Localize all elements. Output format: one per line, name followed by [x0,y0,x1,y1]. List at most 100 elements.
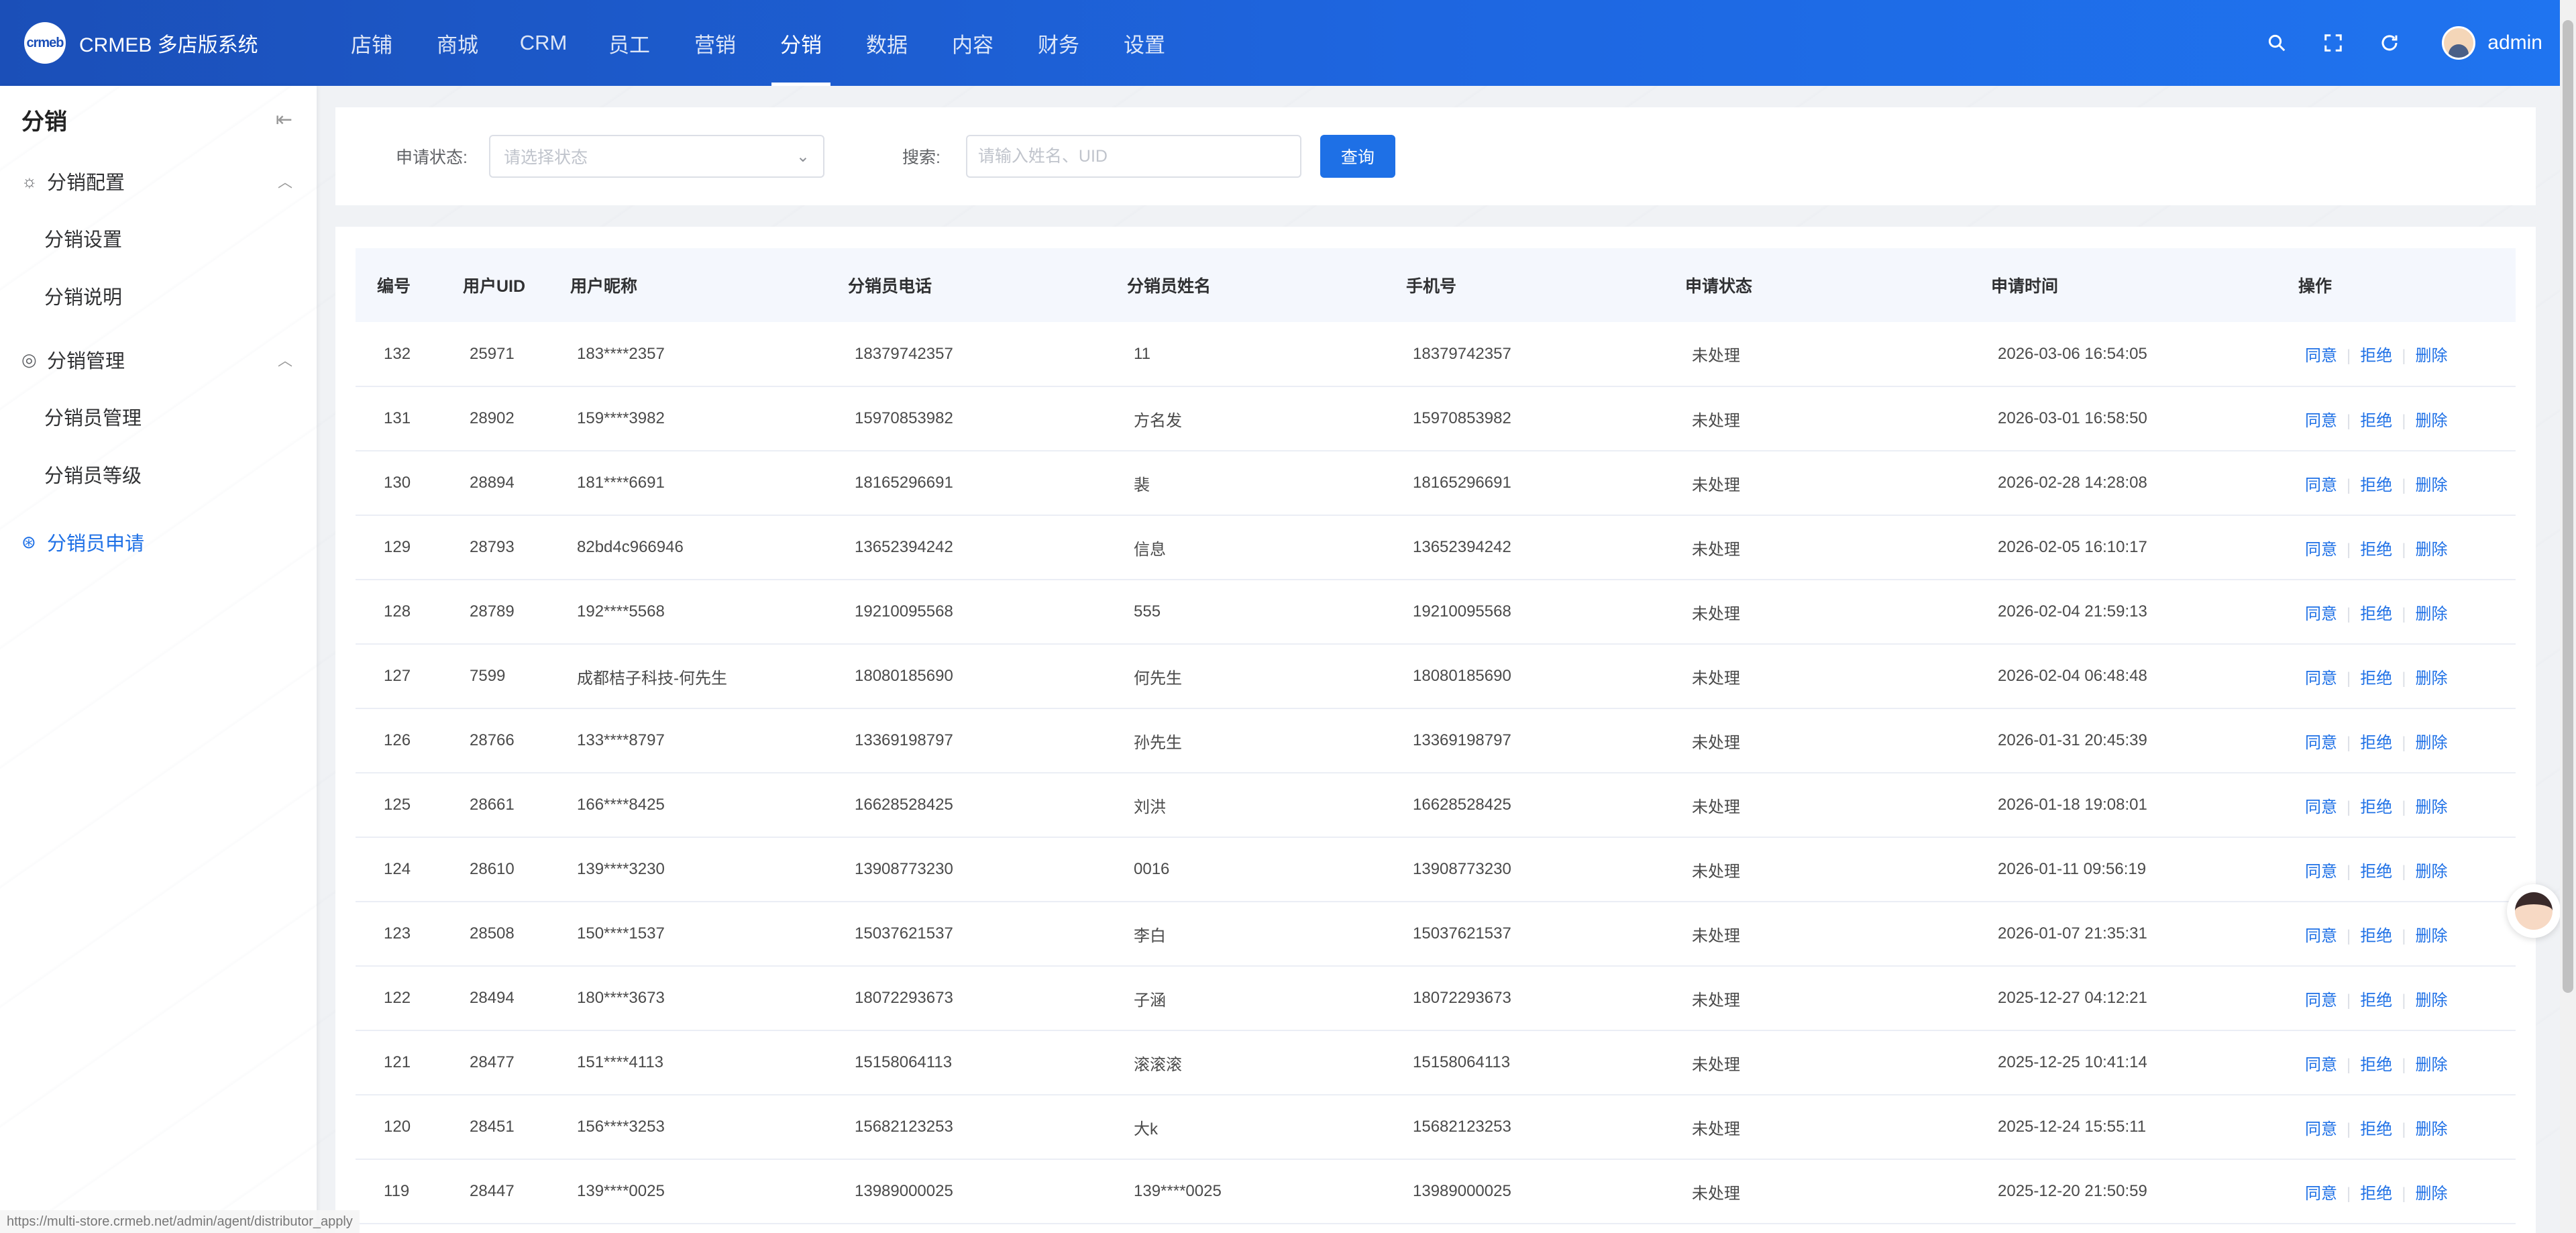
column-header: 申请时间 [1991,277,2059,296]
approve-link[interactable]: 同意 [2305,863,2337,881]
delete-link[interactable]: 删除 [2415,1185,2447,1203]
table-row: 119 28447 139****0025 13989000025 139****002… [356,1159,2516,1224]
avatar[interactable] [2442,26,2476,60]
action-separator: | [2402,926,2406,945]
row-actions: 同意 | 拒绝 | 删除 [2277,708,2516,773]
approve-link[interactable]: 同意 [2305,541,2337,559]
table-cell: 19210095568 [855,602,953,621]
chevron-up-icon: ︿ [277,174,292,191]
nav-item-1[interactable]: 商城 [415,0,500,86]
collapse-sidebar-icon[interactable]: ⇤ [276,108,292,131]
table-cell: 159****3982 [577,409,665,427]
table-cell: 121 [384,1053,411,1071]
table-cell: 28661 [470,796,515,814]
fullscreen-icon[interactable] [2305,23,2361,63]
sidebar-item-distributor-apply[interactable]: ⊛ 分销员申请 [0,514,317,570]
approve-link[interactable]: 同意 [2305,412,2337,430]
delete-link[interactable]: 删除 [2415,669,2447,688]
nav-item-0[interactable]: 店铺 [329,0,415,86]
table-cell: 未处理 [1692,476,1740,494]
sidebar-item-settings[interactable]: 分销设置 [44,209,189,267]
table-row: 120 28451 156****3253 15682123253 大k 15682123… [356,1095,2516,1159]
query-button[interactable]: 查询 [1320,135,1395,178]
customer-service-avatar[interactable] [2507,884,2561,938]
delete-link[interactable]: 删除 [2415,476,2447,494]
reject-link[interactable]: 拒绝 [2360,1120,2392,1138]
table-cell: 28793 [470,538,515,556]
sidebar-group-config[interactable]: ☼ 分销配置 ︿ [0,153,317,209]
delete-link[interactable]: 删除 [2415,798,2447,816]
table-row: 131 28902 159****3982 15970853982 方名发 1597085… [356,386,2516,451]
reject-link[interactable]: 拒绝 [2360,1185,2392,1203]
delete-link[interactable]: 删除 [2415,927,2447,945]
nav-item-8[interactable]: 财务 [1016,0,1102,86]
nav-item-3[interactable]: 员工 [586,0,672,86]
approve-link[interactable]: 同意 [2305,605,2337,623]
table-cell: 滚滚滚 [1134,1055,1182,1074]
nav-item-5[interactable]: 分销 [758,0,844,86]
delete-link[interactable]: 删除 [2415,605,2447,623]
approve-link[interactable]: 同意 [2305,669,2337,688]
reject-link[interactable]: 拒绝 [2360,1056,2392,1074]
delete-link[interactable]: 删除 [2415,734,2447,752]
nav-item-7[interactable]: 内容 [930,0,1016,86]
table-cell: 13369198797 [855,731,953,749]
reject-link[interactable]: 拒绝 [2360,798,2392,816]
approve-link[interactable]: 同意 [2305,734,2337,752]
table-cell: 13989000025 [855,1182,953,1200]
apply-icon: ⊛ [21,531,36,552]
reject-link[interactable]: 拒绝 [2360,605,2392,623]
approve-link[interactable]: 同意 [2305,1120,2337,1138]
approve-link[interactable]: 同意 [2305,927,2337,945]
table-cell: 13652394242 [855,538,953,556]
reject-link[interactable]: 拒绝 [2360,669,2392,688]
delete-link[interactable]: 删除 [2415,347,2447,365]
table-cell: 120 [384,1118,411,1136]
reject-link[interactable]: 拒绝 [2360,541,2392,559]
table-row: 132 25971 183****2357 18379742357 11 18379742… [356,322,2516,386]
sidebar-group-manage[interactable]: ◎ 分销管理 ︿ [0,331,317,388]
approve-link[interactable]: 同意 [2305,1185,2337,1203]
brand-logo: crmeb [24,22,66,64]
delete-link[interactable]: 删除 [2415,1056,2447,1074]
approve-link[interactable]: 同意 [2305,798,2337,816]
nav-item-6[interactable]: 数据 [844,0,930,86]
delete-link[interactable]: 删除 [2415,1120,2447,1138]
lightbulb-icon: ☼ [21,170,38,191]
delete-link[interactable]: 删除 [2415,412,2447,430]
reject-link[interactable]: 拒绝 [2360,412,2392,430]
table-row: 129 28793 82bd4c966946 13652394242 信息 1365239… [356,515,2516,580]
sidebar-item-distributor-manage[interactable]: 分销员管理 [44,388,189,445]
status-select[interactable]: 请选择状态 ⌄ [488,135,824,178]
delete-link[interactable]: 删除 [2415,991,2447,1010]
delete-link[interactable]: 删除 [2415,863,2447,881]
table-cell: 2026-01-31 20:45:39 [1998,731,2147,749]
reject-link[interactable]: 拒绝 [2360,927,2392,945]
scrollbar-thumb[interactable] [2563,20,2573,993]
nav-item-4[interactable]: 营销 [672,0,758,86]
nav-item-9[interactable]: 设置 [1102,0,1187,86]
user-name[interactable]: admin [2487,32,2542,54]
approve-link[interactable]: 同意 [2305,347,2337,365]
reject-link[interactable]: 拒绝 [2360,347,2392,365]
sidebar-item-description[interactable]: 分销说明 [44,267,189,325]
table-cell: 未处理 [1692,604,1740,623]
reject-link[interactable]: 拒绝 [2360,734,2392,752]
top-header: crmeb CRMEB 多店版系统 店铺 商城 CRM 员工 营销 分销 数据 内容 财务 设置 … [0,0,2576,86]
delete-link[interactable]: 删除 [2415,541,2447,559]
search-icon[interactable] [2249,23,2305,63]
reject-link[interactable]: 拒绝 [2360,476,2392,494]
approve-link[interactable]: 同意 [2305,476,2337,494]
sidebar-item-distributor-level[interactable]: 分销员等级 [44,445,189,503]
table-cell: 未处理 [1692,1120,1740,1138]
approve-link[interactable]: 同意 [2305,991,2337,1010]
table-cell: 130 [384,474,411,492]
search-input[interactable] [965,135,1301,178]
reject-link[interactable]: 拒绝 [2360,863,2392,881]
approve-link[interactable]: 同意 [2305,1056,2337,1074]
table-cell: 28477 [470,1053,515,1071]
brand[interactable]: crmeb CRMEB 多店版系统 [0,22,329,64]
nav-item-2[interactable]: CRM [500,0,586,86]
refresh-icon[interactable] [2361,23,2418,63]
reject-link[interactable]: 拒绝 [2360,991,2392,1010]
